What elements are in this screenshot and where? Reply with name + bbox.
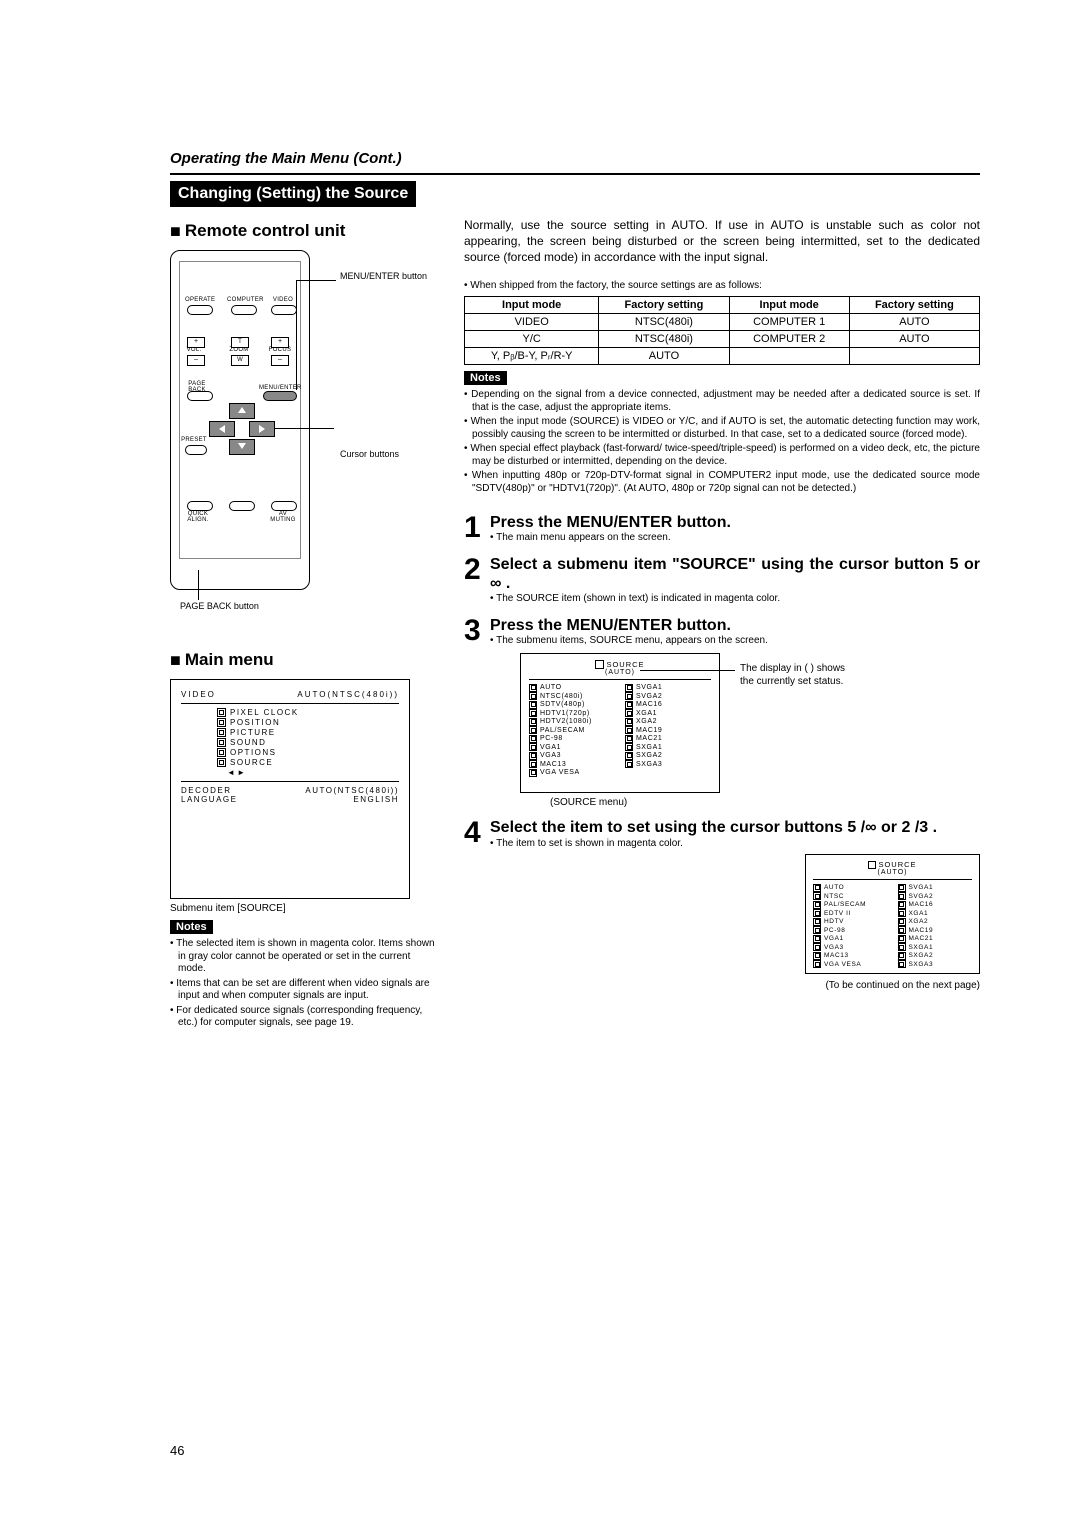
step-sub: • The item to set is shown in magenta co…	[490, 838, 980, 851]
cursor-right	[249, 421, 275, 437]
step-4: 4 Select the item to set using the curso…	[464, 818, 980, 992]
note: • When special effect playback (fast-for…	[464, 443, 980, 468]
callout-cursor: Cursor buttons	[340, 450, 399, 460]
source-menu-caption: (SOURCE menu)	[550, 797, 980, 808]
remote-outline: OPERATE COMPUTER VIDEO VOL. + – ZOOM T W…	[170, 250, 310, 590]
label-computer: COMPUTER	[227, 297, 259, 303]
source-menu-box: SOURCE (AUTO) AUTO NTSC(480i) SDTV(480p)…	[520, 653, 720, 793]
note: • When the input mode (SOURCE) is VIDEO …	[464, 416, 980, 441]
label-quick-align: QUICK ALIGN.	[183, 511, 213, 523]
right-column: Normally, use the source setting in AUTO…	[464, 217, 980, 1032]
step-1: 1 Press the MENU/ENTER button. • The mai…	[464, 513, 980, 545]
square-bullet-icon: ■	[170, 221, 181, 242]
label-av-muting: AV MUTING	[267, 511, 299, 523]
step-number: 3	[464, 616, 490, 646]
note: • For dedicated source signals (correspo…	[170, 1005, 440, 1030]
step-3: 3 Press the MENU/ENTER button. • The sub…	[464, 616, 980, 809]
step-number: 2	[464, 555, 490, 585]
step-number: 1	[464, 513, 490, 543]
rule	[170, 173, 980, 175]
menu-top-left: VIDEO	[181, 690, 216, 699]
notes-label: Notes	[464, 371, 507, 385]
submenu-caption: Submenu item [SOURCE]	[170, 903, 440, 914]
label-operate: OPERATE	[185, 297, 213, 303]
factory-settings-table: Input mode Factory setting Input mode Fa…	[464, 296, 980, 365]
step-2: 2 Select a submenu item "SOURCE" using t…	[464, 555, 980, 606]
cursor-left	[209, 421, 235, 437]
manual-page: Operating the Main Menu (Cont.) Changing…	[0, 0, 1080, 1528]
menu-top-right: AUTO(NTSC(480i))	[297, 690, 399, 699]
callout-page-back: PAGE BACK button	[180, 602, 259, 612]
continued-note: (To be continued on the next page)	[490, 980, 980, 993]
step-title: Select the item to set using the cursor …	[490, 818, 980, 837]
topic-bar: Changing (Setting) the Source	[170, 181, 416, 207]
step-sub: • The main menu appears on the screen.	[490, 532, 980, 545]
left-column: ■Remote control unit OPERATE COMPUTER VI…	[170, 217, 440, 1032]
note: • The selected item is shown in magenta …	[170, 938, 440, 976]
callout-menu-enter: MENU/ENTER button	[340, 272, 440, 282]
notes-label: Notes	[170, 920, 213, 934]
ship-note: • When shipped from the factory, the sou…	[464, 280, 980, 293]
cursor-down	[229, 439, 255, 455]
remote-diagram: OPERATE COMPUTER VIDEO VOL. + – ZOOM T W…	[170, 250, 440, 630]
step-title: Select a submenu item "SOURCE" using the…	[490, 555, 980, 593]
intro-text: Normally, use the source setting in AUTO…	[464, 217, 980, 266]
step-sub: • The submenu items, SOURCE menu, appear…	[490, 635, 980, 648]
note: • Depending on the signal from a device …	[464, 389, 980, 414]
step-number: 4	[464, 818, 490, 848]
source-lead-text: The display in ( ) shows the currently s…	[740, 663, 860, 688]
step-title: Press the MENU/ENTER button.	[490, 513, 980, 532]
note: • Items that can be set are different wh…	[170, 978, 440, 1003]
step-sub: • The SOURCE item (shown in text) is ind…	[490, 593, 980, 606]
label-preset: PRESET	[181, 437, 207, 443]
page-number: 46	[170, 1443, 184, 1458]
main-menu-box: VIDEO AUTO(NTSC(480i)) PIXEL CLOCK POSIT…	[170, 679, 410, 899]
source-menu-box-2: SOURCE (AUTO) AUTO NTSC PAL/SECAM EDTV I…	[805, 854, 980, 974]
main-menu-heading: ■Main menu	[170, 650, 440, 671]
note: • When inputting 480p or 720p-DTV-format…	[464, 470, 980, 495]
section-title: Operating the Main Menu (Cont.)	[170, 150, 980, 167]
remote-heading: ■Remote control unit	[170, 221, 440, 242]
cursor-up	[229, 403, 255, 419]
label-video: VIDEO	[271, 297, 295, 303]
step-title: Press the MENU/ENTER button.	[490, 616, 980, 635]
square-bullet-icon: ■	[170, 650, 181, 671]
